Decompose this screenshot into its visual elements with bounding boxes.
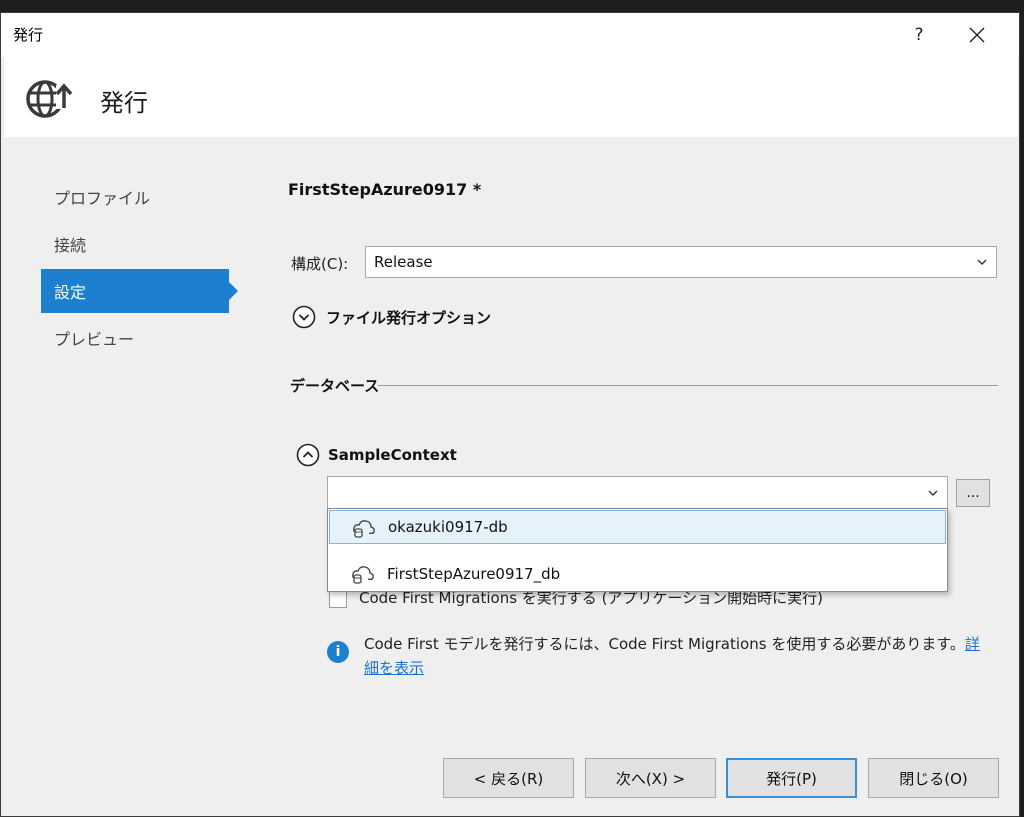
config-label: 構成(C): [291,255,349,273]
dropdown-option-label: FirstStepAzure0917_db [387,565,561,583]
dialog-header: 発行 [4,57,1018,137]
database-section-title: データベース [290,377,380,395]
close-icon [969,27,985,43]
title-bar: 発行 ? [1,13,1019,57]
nav-item-profile[interactable]: プロファイル [41,175,229,219]
info-message: Code First モデルを発行するには、Code First Migrati… [364,632,994,680]
close-window-button[interactable] [942,13,1012,57]
file-publish-options-label: ファイル発行オプション [326,308,492,327]
migrations-checkbox[interactable] [329,590,347,608]
back-button-label: < 戻る(R) [473,769,544,788]
section-divider [378,385,998,386]
context-name: SampleContext [328,446,457,464]
chevron-down-icon [977,259,987,265]
file-publish-options-expander[interactable]: ファイル発行オプション [292,305,491,329]
help-icon: ? [914,25,924,45]
publish-button[interactable]: 発行(P) [726,758,857,798]
info-icon: i [327,641,349,663]
sample-context-expander[interactable]: SampleContext [296,443,457,467]
profile-name: FirstStepAzure0917 * [288,180,482,199]
collapse-chevron-up-icon [296,443,320,467]
next-button[interactable]: 次へ(X) > [585,758,716,798]
nav-item-label: 接続 [54,236,87,255]
dropdown-option[interactable]: FirstStepAzure0917_db [329,557,946,591]
nav-item-settings[interactable]: 設定 [41,269,229,313]
config-select[interactable]: Release [365,246,997,278]
close-button-label: 閉じる(O) [899,769,968,788]
help-button[interactable]: ? [896,13,942,57]
connection-string-combobox[interactable] [327,476,948,509]
dropdown-option-label: okazuki0917-db [388,518,508,536]
nav-selected-arrow [229,282,238,300]
publish-dialog: 発行 ? 発行 プロファイル 接続 設定 プレビュー FirstStepAzur… [0,12,1020,817]
next-button-label: 次へ(X) > [615,769,686,788]
window-title: 発行 [13,26,44,44]
browse-button[interactable]: ... [956,479,990,507]
nav-item-preview[interactable]: プレビュー [41,316,229,360]
info-text: Code First モデルを発行するには、Code First Migrati… [364,635,965,653]
globe-upload-icon [26,80,73,118]
browse-label: ... [966,485,980,501]
close-button[interactable]: 閉じる(O) [868,758,999,798]
publish-button-label: 発行(P) [766,769,817,788]
nav-item-label: プレビュー [54,330,135,349]
config-value: Release [374,253,433,271]
background-strip [1020,0,1024,817]
connection-dropdown-list: okazuki0917-db FirstStepAzure0917_db [327,508,948,592]
back-button[interactable]: < 戻る(R) [443,758,574,798]
dropdown-option[interactable]: okazuki0917-db [329,510,946,544]
nav-item-label: 設定 [54,283,87,302]
expand-chevron-down-icon [292,305,316,329]
cloud-database-icon [353,520,375,538]
chevron-down-icon [928,490,938,496]
nav-item-connection[interactable]: 接続 [41,222,229,266]
nav-item-label: プロファイル [54,189,151,208]
header-title: 発行 [100,89,148,117]
cloud-database-icon [352,566,374,584]
